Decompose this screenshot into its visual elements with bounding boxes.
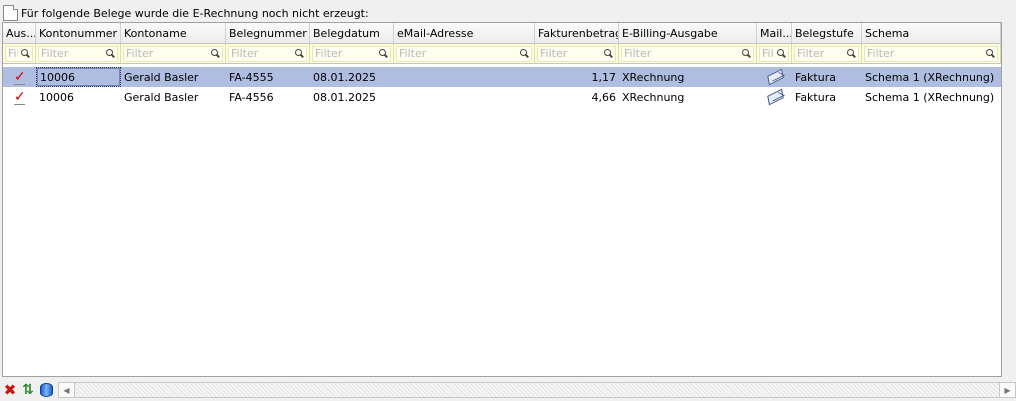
filter-cell-aus[interactable]: Filter <box>3 44 36 63</box>
export-button[interactable] <box>38 382 54 398</box>
envelope-icon <box>767 88 784 106</box>
table-row[interactable]: ✓ 10006 Gerald Basler FA-4556 08.01.2025… <box>3 87 1001 107</box>
cell-fakturenbetrag[interactable]: 4,66 <box>535 87 619 107</box>
cell-kontoname[interactable]: Gerald Basler <box>121 67 226 87</box>
search-icon <box>379 49 388 58</box>
filter-placeholder: Filter <box>624 47 652 60</box>
table-row[interactable]: ✓ 10006 Gerald Basler FA-4555 08.01.2025… <box>3 67 1001 87</box>
filter-placeholder: Filter <box>762 47 774 60</box>
row-checkbox[interactable]: ✓ <box>3 67 36 87</box>
up-down-arrows-icon[interactable]: ⇅ <box>20 382 36 398</box>
filter-placeholder: Filter <box>797 47 825 60</box>
col-header-aus[interactable]: Aus... <box>3 23 36 43</box>
cell-email[interactable] <box>394 67 535 87</box>
cell-mail[interactable] <box>757 87 792 107</box>
cell-belegdatum[interactable]: 08.01.2025 <box>310 87 394 107</box>
search-icon <box>847 49 856 58</box>
col-header-mail[interactable]: Mail... <box>757 23 792 43</box>
filter-placeholder: Filter <box>231 47 259 60</box>
checkmark-icon: ✓ <box>14 88 26 105</box>
red-x-icon[interactable]: ✖ <box>2 381 18 399</box>
cell-ebilling[interactable]: XRechnung <box>619 87 757 107</box>
col-header-fakturenbetrag[interactable]: Fakturenbetrag <box>535 23 619 43</box>
grid-toolbar: ✖ ⇅ ◀ ▶ <box>2 381 1016 399</box>
cell-kontonummer[interactable]: 10006 <box>36 67 121 87</box>
cell-schema[interactable]: Schema 1 (XRechnung) <box>862 87 1001 107</box>
col-header-kontoname[interactable]: Kontoname <box>121 23 226 43</box>
search-icon <box>986 49 995 58</box>
search-icon <box>604 49 613 58</box>
cell-kontonummer[interactable]: 10006 <box>36 87 121 107</box>
section-caption: Für folgende Belege wurde die E-Rechnung… <box>3 4 369 22</box>
row-checkbox[interactable]: ✓ <box>3 87 36 107</box>
filter-placeholder: Filter <box>540 47 568 60</box>
filter-placeholder: Filter <box>41 47 69 60</box>
cell-belegdatum[interactable]: 08.01.2025 <box>310 67 394 87</box>
filter-cell-schema[interactable]: Filter <box>862 44 1001 63</box>
scroll-left-icon[interactable]: ◀ <box>59 383 75 397</box>
search-icon <box>777 49 786 58</box>
cell-ebilling[interactable]: XRechnung <box>619 67 757 87</box>
filter-cell-belegnummer[interactable]: Filter <box>226 44 310 63</box>
filter-placeholder: Filter <box>126 47 154 60</box>
col-header-belegdatum[interactable]: Belegdatum <box>310 23 394 43</box>
filter-cell-belegstufe[interactable]: Filter <box>792 44 862 63</box>
document-icon <box>3 5 18 21</box>
search-icon <box>742 49 751 58</box>
cell-schema[interactable]: Schema 1 (XRechnung) <box>862 67 1001 87</box>
cell-email[interactable] <box>394 87 535 107</box>
filter-cell-belegdatum[interactable]: Filter <box>310 44 394 63</box>
database-icon <box>39 383 53 397</box>
filter-cell-ebilling[interactable]: Filter <box>619 44 757 63</box>
cell-belegstufe[interactable]: Faktura <box>792 67 862 87</box>
filter-placeholder: Filter <box>315 47 343 60</box>
caption-text: Für folgende Belege wurde die E-Rechnung… <box>21 6 369 20</box>
search-icon <box>295 49 304 58</box>
filter-placeholder: Filter <box>867 47 895 60</box>
filter-placeholder: Filter <box>8 47 18 60</box>
search-icon <box>211 49 220 58</box>
search-icon <box>106 49 115 58</box>
filter-placeholder: Filter <box>399 47 427 60</box>
scroll-right-icon[interactable]: ▶ <box>999 383 1015 397</box>
col-header-email[interactable]: eMail-Adresse <box>394 23 535 43</box>
filter-row: Filter Filter Filter Filter Filter Filte… <box>3 44 1001 64</box>
filter-cell-mail[interactable]: Filter <box>757 44 792 63</box>
checkmark-icon: ✓ <box>14 68 26 85</box>
envelope-icon <box>767 68 784 86</box>
grid-header: Aus... Kontonummer Kontoname Belegnummer… <box>3 23 1001 44</box>
cell-fakturenbetrag[interactable]: 1,17 <box>535 67 619 87</box>
search-icon <box>520 49 529 58</box>
col-header-belegnummer[interactable]: Belegnummer <box>226 23 310 43</box>
col-header-ebilling[interactable]: E-Billing-Ausgabe <box>619 23 757 43</box>
filter-cell-fakturenbetrag[interactable]: Filter <box>535 44 619 63</box>
col-header-belegstufe[interactable]: Belegstufe <box>792 23 862 43</box>
search-icon <box>21 49 30 58</box>
col-header-kontonummer[interactable]: Kontonummer <box>36 23 121 43</box>
invoice-grid[interactable]: Aus... Kontonummer Kontoname Belegnummer… <box>2 22 1002 377</box>
filter-cell-kontonummer[interactable]: Filter <box>36 44 121 63</box>
col-header-schema[interactable]: Schema <box>862 23 1001 43</box>
cell-kontoname[interactable]: Gerald Basler <box>121 87 226 107</box>
cell-belegnummer[interactable]: FA-4555 <box>226 67 310 87</box>
horizontal-scrollbar[interactable]: ◀ ▶ <box>58 382 1016 398</box>
filter-cell-kontoname[interactable]: Filter <box>121 44 226 63</box>
filter-cell-email[interactable]: Filter <box>394 44 535 63</box>
cell-belegnummer[interactable]: FA-4556 <box>226 87 310 107</box>
cell-belegstufe[interactable]: Faktura <box>792 87 862 107</box>
cell-mail[interactable] <box>757 67 792 87</box>
